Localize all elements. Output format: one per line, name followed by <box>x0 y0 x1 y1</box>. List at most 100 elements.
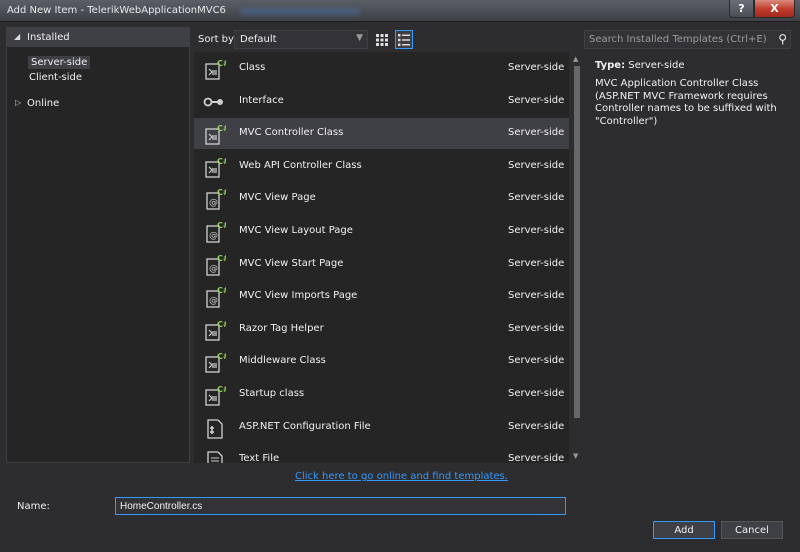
template-name: Razor Tag Helper <box>239 322 324 334</box>
template-category: Server-side <box>508 453 565 463</box>
template-type: Type: Server-side <box>595 60 685 71</box>
template-list-scrollbar[interactable]: ▲ ▼ <box>571 52 583 463</box>
template-category: Server-side <box>508 420 565 432</box>
template-category: Server-side <box>508 62 565 73</box>
template-category: Server-side <box>508 225 565 236</box>
list-view-icon <box>398 33 410 46</box>
close-button[interactable]: X <box>754 0 795 18</box>
expand-triangle-icon[interactable]: ▷ <box>15 98 21 107</box>
template-row[interactable]: C# Middleware Class Server-side <box>194 346 569 377</box>
template-name: MVC View Start Page <box>239 257 344 269</box>
template-row[interactable]: @C# MVC View Layout Page Server-side <box>194 216 569 247</box>
template-row[interactable]: C# Razor Tag Helper Server-side <box>194 314 569 345</box>
svg-text:C#: C# <box>217 124 226 133</box>
add-button[interactable]: Add <box>653 521 715 539</box>
type-value: Server-side <box>628 60 685 71</box>
cs-class-icon: C# <box>202 350 230 374</box>
name-label: Name: <box>17 501 50 512</box>
cs-class-icon: C# <box>202 57 230 81</box>
svg-text:C#: C# <box>217 254 226 263</box>
template-name: MVC Controller Class <box>239 127 344 139</box>
online-templates-link[interactable]: Click here to go online and find templat… <box>295 471 508 482</box>
scroll-up-arrow-icon[interactable]: ▲ <box>573 55 578 63</box>
template-name: Middleware Class <box>239 355 326 367</box>
window-title: Add New Item - TelerikWebApplicationMVC6 <box>7 5 226 16</box>
template-row[interactable]: Interface Server-side <box>194 86 569 117</box>
svg-text:@: @ <box>209 198 218 208</box>
template-row[interactable]: C# Startup class Server-side <box>194 379 569 410</box>
template-category: Server-side <box>508 322 565 334</box>
svg-text:C#: C# <box>217 286 226 295</box>
template-row[interactable]: @C# MVC View Imports Page Server-side <box>194 281 569 312</box>
type-label: Type: <box>595 60 626 71</box>
razor-page-icon: @C# <box>202 253 230 277</box>
template-name: Class <box>239 62 266 73</box>
razor-page-icon: @C# <box>202 285 230 309</box>
scroll-thumb[interactable] <box>574 66 580 418</box>
svg-text:C#: C# <box>217 320 226 329</box>
template-row[interactable]: C# MVC Controller Class Server-side <box>194 118 569 150</box>
installed-label: Installed <box>27 32 70 43</box>
title-bar: Add New Item - TelerikWebApplicationMVC6… <box>0 0 800 22</box>
name-field[interactable] <box>115 497 566 515</box>
svg-text:C#: C# <box>217 352 226 361</box>
razor-page-icon: @C# <box>202 220 230 244</box>
chevron-down-icon: ▼ <box>356 33 363 43</box>
svg-text:C#: C# <box>217 157 226 166</box>
template-category: Server-side <box>508 355 565 367</box>
list-view-button[interactable] <box>395 30 413 49</box>
template-name: MVC View Layout Page <box>239 225 353 236</box>
cancel-button[interactable]: Cancel <box>721 521 783 539</box>
config-file-icon <box>202 416 226 440</box>
help-button[interactable]: ? <box>729 0 754 18</box>
template-row[interactable]: ASP.NET Configuration File Server-side <box>194 412 569 443</box>
tree-item-online[interactable]: Online <box>27 98 59 109</box>
grid-view-icon <box>376 33 388 46</box>
template-category: Server-side <box>508 159 565 171</box>
template-category: Server-side <box>508 257 565 269</box>
cs-class-icon: C# <box>202 155 230 179</box>
text-file-icon <box>202 448 226 463</box>
sort-dropdown[interactable]: Default ▼ <box>234 30 368 49</box>
svg-text:@: @ <box>209 231 218 241</box>
template-category: Server-side <box>508 290 565 302</box>
svg-text:C#: C# <box>217 221 226 230</box>
svg-text:C#: C# <box>217 188 226 197</box>
search-placeholder: Search Installed Templates (Ctrl+E) <box>589 34 767 45</box>
small-icons-view-button[interactable] <box>373 30 391 49</box>
template-category: Server-side <box>508 388 565 399</box>
search-input[interactable]: Search Installed Templates (Ctrl+E) ⚲ <box>584 30 791 49</box>
template-name: MVC View Page <box>239 192 316 204</box>
template-description: MVC Application Controller Class (ASP.NE… <box>595 78 777 127</box>
category-tree: ◢ Installed Server-side Client-side ▷ On… <box>6 27 190 463</box>
svg-text:@: @ <box>209 296 218 306</box>
cs-class-icon: C# <box>202 318 230 342</box>
interface-icon <box>202 90 226 114</box>
svg-text:@: @ <box>209 264 218 274</box>
template-list[interactable]: C#ClassServer-sideInterfaceServer-sideC#… <box>194 52 569 463</box>
svg-text:C#: C# <box>217 385 226 394</box>
template-row[interactable]: @C# MVC View Start Page Server-side <box>194 249 569 280</box>
sort-by-label: Sort by: <box>198 34 237 45</box>
razor-page-icon: @C# <box>202 187 230 211</box>
scroll-down-arrow-icon[interactable]: ▼ <box>573 452 578 460</box>
template-row[interactable]: C# Web API Controller Class Server-side <box>194 151 569 182</box>
tree-item-client-side[interactable]: Client-side <box>29 72 82 83</box>
template-row[interactable]: C# Class Server-side <box>194 53 569 84</box>
template-category: Server-side <box>508 127 565 139</box>
template-row[interactable]: @C# MVC View Page Server-side <box>194 183 569 214</box>
installed-node[interactable]: ◢ Installed <box>7 28 189 47</box>
cs-class-icon: C# <box>202 383 230 407</box>
sort-value: Default <box>240 34 277 45</box>
blurred-title-region <box>240 8 360 15</box>
search-icon[interactable]: ⚲ <box>778 32 787 46</box>
template-name: MVC View Imports Page <box>239 290 358 302</box>
template-name: Web API Controller Class <box>239 159 362 171</box>
template-name: Interface <box>239 94 284 106</box>
template-name: Text File <box>239 453 280 463</box>
template-name: ASP.NET Configuration File <box>239 420 371 432</box>
tree-item-server-side[interactable]: Server-side <box>28 56 91 69</box>
template-row[interactable]: Text File Server-side <box>194 444 569 463</box>
collapse-triangle-icon[interactable]: ◢ <box>14 32 20 41</box>
template-category: Server-side <box>508 94 565 106</box>
